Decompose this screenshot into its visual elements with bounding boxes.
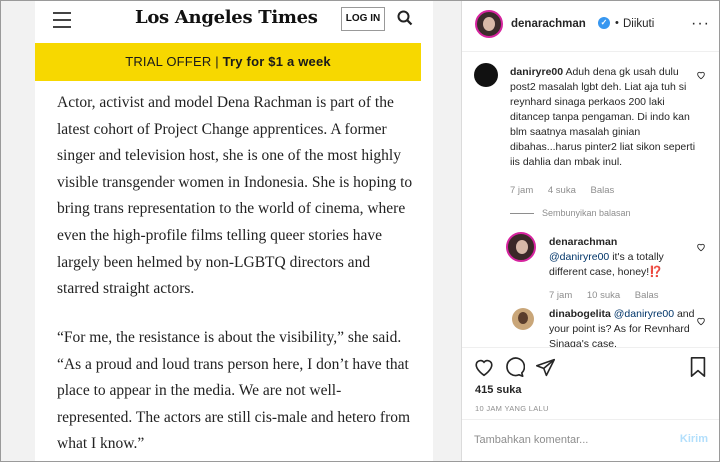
reply-likes[interactable]: 10 suka — [587, 290, 620, 301]
reply-username[interactable]: dinabogelita — [549, 308, 611, 320]
reply-username[interactable]: denarachman — [549, 236, 617, 248]
more-options-icon[interactable]: ··· — [691, 15, 710, 33]
search-icon[interactable] — [397, 10, 413, 31]
reply-like-heart-icon[interactable] — [696, 313, 706, 331]
avatar[interactable] — [506, 232, 536, 262]
avatar[interactable] — [475, 10, 503, 38]
trial-offer-banner[interactable]: TRIAL OFFER | Try for $1 a week — [35, 43, 421, 81]
article-quote-paragraph: “For me, the resistance is about the vis… — [57, 329, 411, 453]
mention-link[interactable]: @daniryre00 — [614, 308, 674, 320]
comment-like-heart-icon[interactable] — [696, 67, 706, 85]
comment-meta: 7 jam 4 suka Balas — [510, 185, 626, 196]
comments-list[interactable]: daniryre00 Aduh dena gk usah dulu post2 … — [462, 52, 719, 347]
share-paper-plane-icon[interactable] — [535, 357, 556, 383]
comment-likes[interactable]: 4 suka — [548, 185, 576, 196]
hamburger-menu-icon[interactable] — [53, 12, 71, 33]
article-pane: Los Angeles Times LOG IN TRIAL OFFER | T… — [1, 1, 461, 461]
reply-time[interactable]: 7 jam — [549, 290, 572, 301]
login-button[interactable]: LOG IN — [341, 7, 385, 31]
post-author-username[interactable]: denarachman — [511, 18, 586, 30]
comment-bubble-icon[interactable] — [503, 356, 526, 383]
post-actions: 415 suka 10 JAM YANG LALU — [462, 347, 719, 414]
masthead-logo[interactable]: Los Angeles Times — [135, 7, 318, 28]
comment-body: Aduh dena gk usah dulu post2 masalah lgb… — [510, 66, 696, 168]
divider-line — [510, 213, 534, 215]
reply-button[interactable]: Balas — [635, 290, 659, 301]
avatar[interactable] — [474, 63, 498, 87]
article-paragraph: Actor, activist and model Dena Rachman i… — [57, 94, 413, 298]
likes-count[interactable]: 415 suka — [475, 384, 521, 396]
reply-like-heart-icon[interactable] — [696, 239, 706, 257]
save-bookmark-icon[interactable] — [689, 356, 707, 383]
comment-text: daniryre00 Aduh dena gk usah dulu post2 … — [510, 65, 696, 170]
add-comment-bar: Kirim — [462, 419, 719, 461]
avatar[interactable] — [512, 308, 534, 330]
post-header: denarachman ✓ • Diikuti ··· — [462, 1, 719, 52]
follow-status-button[interactable]: Diikuti — [623, 18, 654, 30]
separator-dot: • — [615, 17, 619, 29]
like-heart-icon[interactable] — [473, 356, 495, 383]
verified-badge-icon: ✓ — [598, 17, 610, 29]
comment-username[interactable]: daniryre00 — [510, 66, 563, 78]
hide-replies-button[interactable]: Sembunyikan balasan — [510, 208, 631, 218]
trial-offer-cta[interactable]: Try for $1 a week — [223, 54, 331, 69]
reply-button[interactable]: Balas — [591, 185, 615, 196]
reply-text: denarachman @daniryre00 it's a totally di… — [549, 235, 695, 280]
comment-input[interactable] — [474, 430, 664, 450]
reply-meta: 7 jam 10 suka Balas — [549, 290, 671, 301]
screenshot-frame: Los Angeles Times LOG IN TRIAL OFFER | T… — [0, 0, 720, 462]
instagram-panel: denarachman ✓ • Diikuti ··· daniryre00 A… — [461, 1, 719, 461]
hide-replies-label: Sembunyikan balasan — [542, 208, 631, 218]
post-timestamp[interactable]: 10 JAM YANG LALU — [475, 404, 549, 413]
article-page: Los Angeles Times LOG IN TRIAL OFFER | T… — [35, 1, 433, 461]
trial-offer-label: TRIAL OFFER | — [125, 54, 219, 69]
comment-time[interactable]: 7 jam — [510, 185, 533, 196]
reply-text: dinabogelita @daniryre00 and your point … — [549, 307, 699, 347]
post-comment-button[interactable]: Kirim — [680, 433, 708, 445]
mention-link[interactable]: @daniryre00 — [549, 251, 609, 263]
